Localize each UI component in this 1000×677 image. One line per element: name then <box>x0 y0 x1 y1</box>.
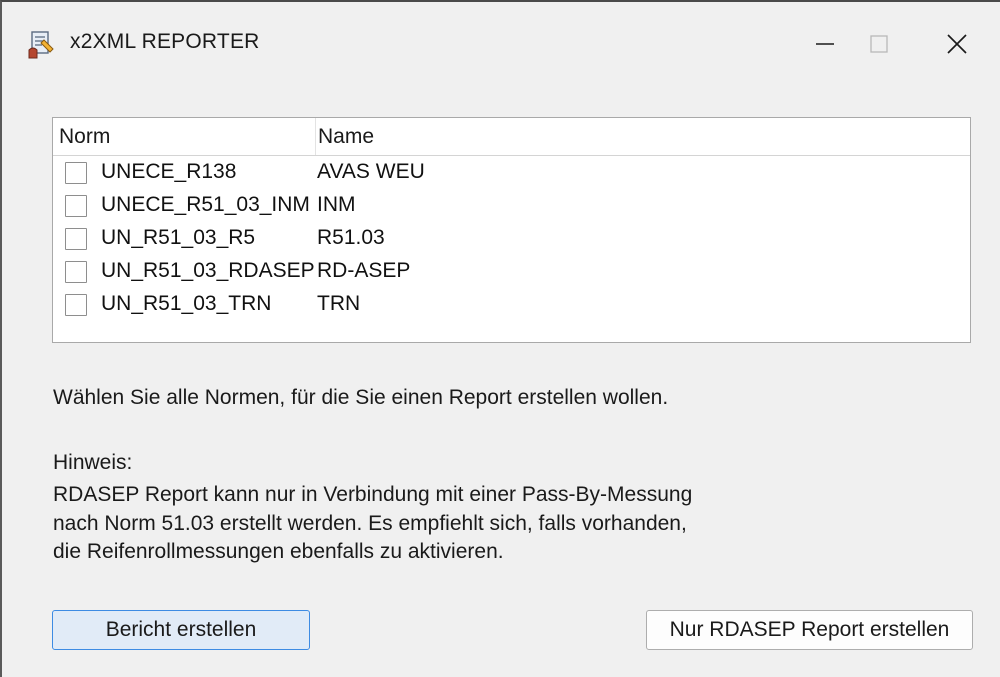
select-instruction-text: Wählen Sie alle Normen, für die Sie eine… <box>53 386 669 409</box>
norm-cell: UN_R51_03_R5 <box>101 226 256 249</box>
minimize-icon <box>816 43 834 45</box>
close-icon <box>947 34 967 54</box>
create-report-button[interactable]: Bericht erstellen <box>52 610 310 650</box>
column-header-norm[interactable]: Norm <box>53 118 316 155</box>
norm-cell: UNECE_R138 <box>101 160 237 183</box>
norm-cell: UN_R51_03_TRN <box>101 292 272 315</box>
norm-checkbox[interactable] <box>65 228 87 250</box>
norm-row[interactable]: UN_R51_03_RDASEP RD-ASEP <box>53 256 970 288</box>
norm-checkbox[interactable] <box>65 162 87 184</box>
maximize-icon <box>870 35 888 53</box>
window-title: x2XML REPORTER <box>70 30 260 53</box>
maximize-button[interactable] <box>844 16 914 72</box>
create-rdasep-only-button[interactable]: Nur RDASEP Report erstellen <box>646 610 973 650</box>
norm-cell: UN_R51_03_RDASEP <box>101 259 315 282</box>
norm-checkbox[interactable] <box>65 294 87 316</box>
name-cell: TRN <box>317 292 361 315</box>
close-button[interactable] <box>922 16 992 72</box>
norm-checkbox[interactable] <box>65 261 87 283</box>
norm-checkbox[interactable] <box>65 195 87 217</box>
norm-cell: UNECE_R51_03_INM <box>101 193 310 216</box>
norm-row[interactable]: UN_R51_03_R5 R51.03 <box>53 223 970 255</box>
norm-list[interactable]: Norm Name UNECE_R138 AVAS WEU UNECE_R51_… <box>52 117 971 343</box>
hint-line: nach Norm 51.03 erstellt werden. Es empf… <box>53 512 687 535</box>
norm-list-header: Norm Name <box>53 118 970 156</box>
name-cell: RD-ASEP <box>317 259 411 282</box>
name-cell: AVAS WEU <box>317 160 425 183</box>
name-cell: INM <box>317 193 356 216</box>
name-cell: R51.03 <box>317 226 385 249</box>
hint-title: Hinweis: <box>53 451 133 474</box>
hint-line: die Reifenrollmessungen ebenfalls zu akt… <box>53 540 504 563</box>
app-window: x2XML REPORTER Norm Name UNECE_R138 AVAS… <box>0 0 1000 677</box>
norm-row[interactable]: UN_R51_03_TRN TRN <box>53 289 970 321</box>
column-header-name[interactable]: Name <box>318 118 374 155</box>
title-bar[interactable]: x2XML REPORTER <box>2 2 1000 86</box>
report-app-icon <box>28 31 54 59</box>
hint-line: RDASEP Report kann nur in Verbindung mit… <box>53 483 693 506</box>
norm-row[interactable]: UNECE_R138 AVAS WEU <box>53 157 970 189</box>
norm-row[interactable]: UNECE_R51_03_INM INM <box>53 190 970 222</box>
